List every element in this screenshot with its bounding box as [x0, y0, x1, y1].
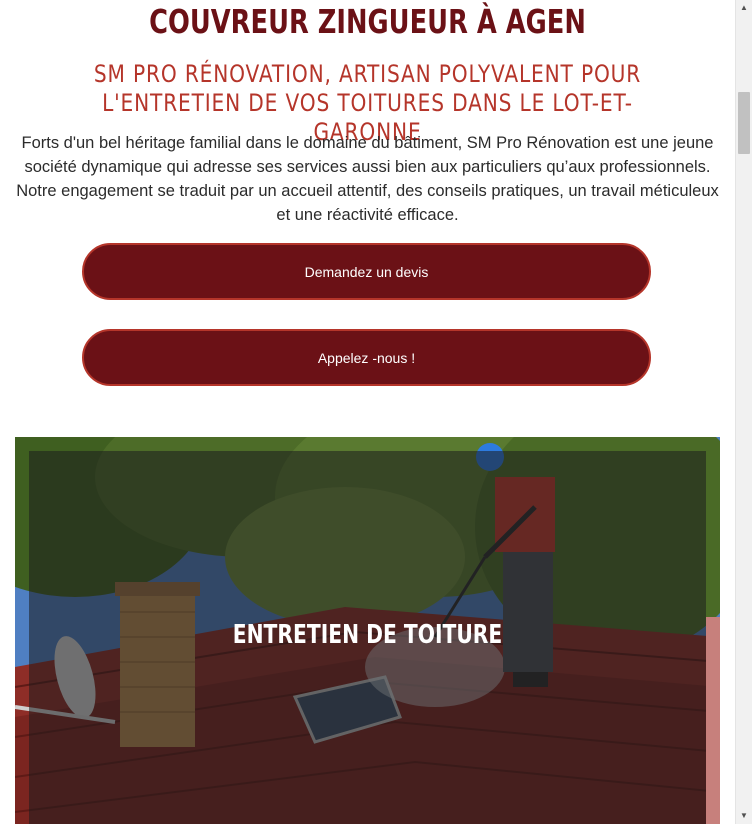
call-us-label: Appelez -nous ! [317, 349, 416, 366]
page-title: COUVREUR ZINGUEUR À AGEN [149, 2, 586, 41]
scroll-down-arrow-icon[interactable]: ▼ [736, 808, 752, 824]
scrollbar-thumb[interactable] [738, 92, 750, 154]
banner-caption: ENTRETIEN DE TOITURE [232, 620, 503, 650]
request-quote-button[interactable]: Demandez un devis [82, 243, 651, 300]
request-quote-label: Demandez un devis [304, 263, 429, 280]
page-content: COUVREUR ZINGUEUR À AGEN SM PRO RÉNOVATI… [0, 0, 735, 824]
call-us-button[interactable]: Appelez -nous ! [82, 329, 651, 386]
scroll-up-arrow-icon[interactable]: ▲ [736, 0, 752, 16]
vertical-scrollbar[interactable]: ▲ ▼ [735, 0, 752, 824]
intro-paragraph: Forts d'un bel héritage familial dans le… [16, 134, 719, 224]
roof-maintenance-banner[interactable]: ENTRETIEN DE TOITURE [15, 437, 720, 824]
